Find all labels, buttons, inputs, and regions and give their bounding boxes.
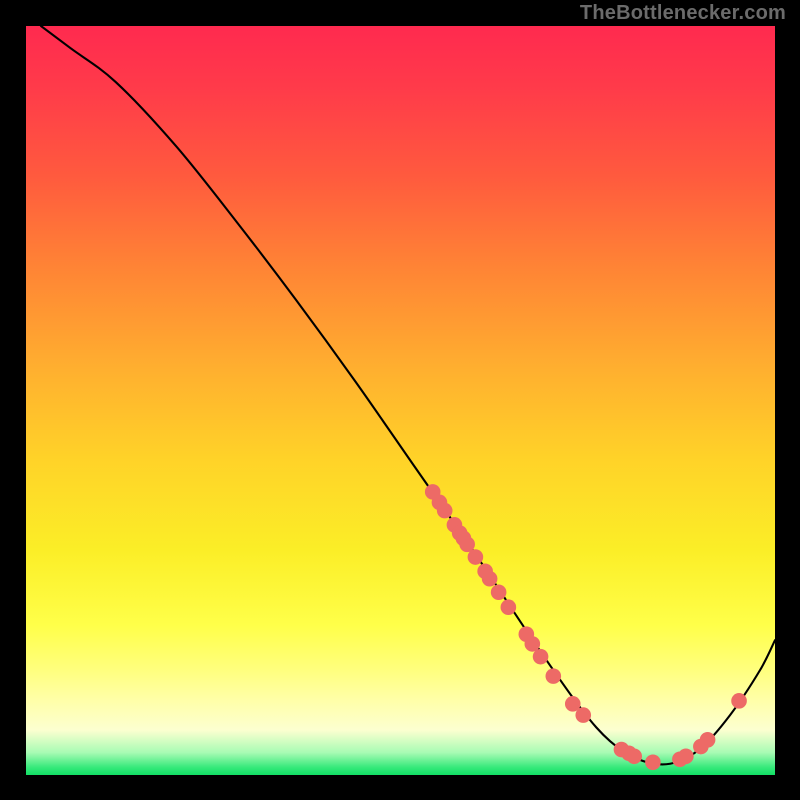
curve-layer: [26, 26, 775, 775]
data-marker: [575, 707, 591, 723]
data-marker: [626, 748, 642, 764]
data-marker: [437, 503, 453, 519]
chart-stage: TheBottlenecker.com: [0, 0, 800, 800]
curve-path: [41, 26, 775, 764]
plot-area: [26, 26, 775, 775]
data-marker: [645, 754, 661, 770]
data-marker: [501, 599, 517, 615]
data-marker: [731, 693, 747, 709]
data-marker: [468, 549, 484, 565]
data-marker: [678, 748, 694, 764]
data-marker: [533, 649, 549, 665]
data-marker: [491, 584, 507, 600]
attribution-text: TheBottlenecker.com: [580, 2, 786, 25]
data-marker: [546, 668, 562, 684]
data-marker: [700, 732, 716, 748]
data-marker: [482, 571, 498, 587]
